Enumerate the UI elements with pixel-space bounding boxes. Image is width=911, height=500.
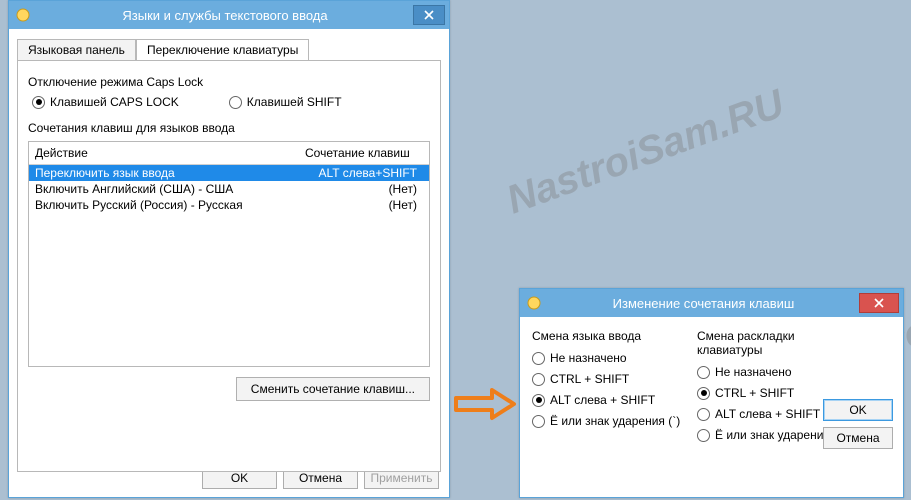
radio-icon (697, 429, 710, 442)
ok-button[interactable]: OK (823, 399, 893, 421)
dialog-change-hotkey: Изменение сочетания клавиш Смена языка в… (519, 288, 904, 498)
app-icon (526, 295, 542, 311)
cell-keys: (Нет) (293, 198, 423, 212)
app-icon (15, 7, 31, 23)
close-button[interactable] (413, 5, 445, 25)
dialog-text-services: Языки и службы текстового ввода Языковая… (8, 0, 450, 498)
col-keys: Сочетание клавиш (299, 142, 429, 164)
window-title: Языки и службы текстового ввода (37, 8, 413, 23)
radio-icon (532, 352, 545, 365)
radio-icon (697, 408, 710, 421)
radio-capslock-key[interactable]: Клавишей CAPS LOCK (32, 95, 179, 109)
tab-page-keyboard-switch: Отключение режима Caps Lock Клавишей CAP… (17, 60, 441, 472)
group-heading: Смена языка ввода (532, 329, 697, 343)
radio-icon (532, 394, 545, 407)
radio-label: CTRL + SHIFT (550, 372, 629, 386)
radio-lang-ctrlshift[interactable]: CTRL + SHIFT (532, 372, 697, 386)
radio-label: Не назначено (550, 351, 627, 365)
radio-lang-none[interactable]: Не назначено (532, 351, 697, 365)
radio-label: Не назначено (715, 365, 792, 379)
capslock-group-label: Отключение режима Caps Lock (28, 75, 430, 89)
group-heading: Смена раскладки клавиатуры (697, 329, 862, 357)
list-header: Действие Сочетание клавиш (29, 142, 429, 165)
titlebar[interactable]: Языки и службы текстового ввода (9, 1, 449, 29)
radio-label: CTRL + SHIFT (715, 386, 794, 400)
window-title: Изменение сочетания клавиш (548, 296, 859, 311)
radio-icon (32, 96, 45, 109)
radio-icon (697, 366, 710, 379)
radio-label: Клавишей CAPS LOCK (50, 95, 179, 109)
hotkeys-group-label: Сочетания клавиш для языков ввода (28, 121, 430, 135)
radio-layout-none[interactable]: Не назначено (697, 365, 862, 379)
tab-strip: Языковая панельПереключение клавиатуры (17, 39, 441, 61)
cell-action: Включить Русский (Россия) - Русская (35, 198, 293, 212)
radio-shift-key[interactable]: Клавишей SHIFT (229, 95, 342, 109)
radio-label: ALT слева + SHIFT (550, 393, 655, 407)
watermark: NastroiSam.RU (501, 82, 790, 224)
list-item[interactable]: Переключить язык ввода ALT слева+SHIFT (29, 165, 429, 181)
list-item[interactable]: Включить Английский (США) - США (Нет) (29, 181, 429, 197)
dialog-buttons: OK Отмена (823, 393, 893, 449)
cell-action: Включить Английский (США) - США (35, 182, 293, 196)
radio-icon (532, 373, 545, 386)
titlebar[interactable]: Изменение сочетания клавиш (520, 289, 903, 317)
list-item[interactable]: Включить Русский (Россия) - Русская (Нет… (29, 197, 429, 213)
annotation-arrow-icon (454, 384, 518, 427)
tab-language-panel[interactable]: Языковая панель (17, 39, 136, 60)
col-action: Действие (29, 142, 299, 164)
close-icon (424, 10, 434, 20)
cancel-button[interactable]: Отмена (823, 427, 893, 449)
hotkeys-list[interactable]: Действие Сочетание клавиш Переключить яз… (28, 141, 430, 367)
radio-lang-grave[interactable]: Ё или знак ударения (`) (532, 414, 697, 428)
cell-keys: (Нет) (293, 182, 423, 196)
radio-icon (697, 387, 710, 400)
tab-keyboard-switch[interactable]: Переключение клавиатуры (136, 39, 309, 60)
change-hotkey-button[interactable]: Сменить сочетание клавиш... (236, 377, 430, 401)
radio-icon (532, 415, 545, 428)
radio-lang-altshift[interactable]: ALT слева + SHIFT (532, 393, 697, 407)
radio-label: Ё или знак ударения (`) (550, 414, 680, 428)
radio-label: Клавишей SHIFT (247, 95, 342, 109)
close-button[interactable] (859, 293, 899, 313)
cell-action: Переключить язык ввода (35, 166, 293, 180)
cell-keys: ALT слева+SHIFT (293, 166, 423, 180)
radio-icon (229, 96, 242, 109)
close-icon (874, 298, 884, 308)
group-input-language: Смена языка ввода Не назначено CTRL + SH… (532, 327, 697, 449)
radio-label: ALT слева + SHIFT (715, 407, 820, 421)
